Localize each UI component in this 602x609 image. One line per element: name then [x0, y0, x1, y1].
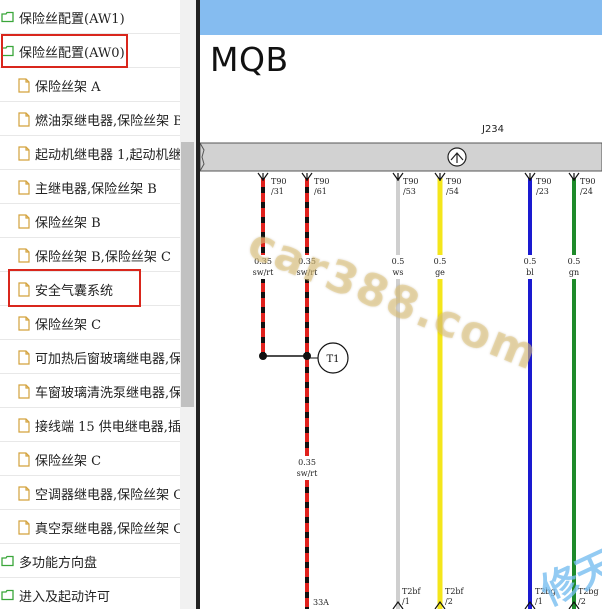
pin-connector: T90 [446, 177, 462, 186]
bottom-label: T2bf [445, 587, 465, 596]
tree-item-label: 车窗玻璃清洗泵继电器,保 [35, 385, 180, 401]
tree-doc-item[interactable]: 车窗玻璃清洗泵继电器,保 [0, 374, 180, 408]
wire-size: 0.5 [524, 257, 537, 266]
tree-item-label: 可加热后窗玻璃继电器,保 [35, 351, 180, 367]
tree-folder-item[interactable]: 保险丝配置(AW1) [0, 0, 180, 34]
wire-code: ge [435, 268, 445, 277]
tree-item-label: 保险丝架 C [35, 317, 102, 333]
document-icon [18, 247, 30, 263]
pin-number: /24 [580, 187, 593, 196]
tree-item-label: 燃油泵继电器,保险丝架 B [35, 113, 180, 129]
wire-size: 0.35 [298, 458, 316, 467]
pin-number: /23 [536, 187, 549, 196]
bottom-label: 33A [313, 598, 329, 607]
document-icon [18, 519, 30, 535]
pin-arrow-54-icon [434, 172, 446, 182]
folder-icon [1, 589, 14, 601]
pin-connector: T90 [403, 177, 419, 186]
tree-doc-item[interactable]: 接线端 15 供电继电器,插 [0, 408, 180, 442]
pin-arrow-53-icon [392, 172, 404, 182]
tree-item-label: 保险丝架 A [35, 79, 101, 95]
document-icon [18, 451, 30, 467]
tree-doc-item[interactable]: 保险丝架 B,保险丝架 C [0, 238, 180, 272]
tree-item-label: 真空泵继电器,保险丝架 C [35, 521, 180, 537]
document-icon [18, 417, 30, 433]
tree-item-label: 进入及起动许可 [19, 589, 111, 605]
tree-item-label: 安全气囊系统 [35, 283, 114, 299]
wiring-diagram: MQB J234 T1 T90 /31 T90 /61 T90 /53 T90 … [200, 0, 602, 609]
document-icon [18, 179, 30, 195]
junction-dot-right [303, 352, 311, 360]
pin-arrow-31-icon [257, 172, 269, 182]
document-icon [18, 145, 30, 161]
pin-connector: T90 [271, 177, 287, 186]
tree-item-label: 主继电器,保险丝架 B [35, 181, 157, 197]
document-icon [18, 349, 30, 365]
document-icon [18, 213, 30, 229]
bottom-label: T2bf [402, 587, 422, 596]
pin-connector: T90 [314, 177, 330, 186]
wire-size: 0.5 [434, 257, 447, 266]
tree-doc-item[interactable]: 保险丝架 C [0, 442, 180, 476]
document-icon [18, 77, 30, 93]
bottom-label: /1 [535, 597, 543, 606]
tree-item-label: 保险丝配置(AW0) [19, 45, 125, 61]
tree-panel: 保险丝配置(AW1) 保险丝配置(AW0) 保险丝架 A 燃油泵继电器,保险丝架 B 起… [0, 0, 180, 609]
folder-open-icon [1, 45, 14, 57]
tree-item-label: 起动机继电器 1,起动机继 [35, 147, 180, 163]
tree-doc-item[interactable]: 保险丝架 B [0, 204, 180, 238]
tree-item-label: 多功能方向盘 [19, 555, 98, 571]
pin-arrow-24-icon [568, 172, 580, 182]
document-icon [18, 315, 30, 331]
tree-folder-item[interactable]: 进入及起动许可 [0, 578, 180, 609]
pin-labels: T90 /31 T90 /61 T90 /53 T90 /54 T90 /23 … [271, 177, 596, 196]
tree-folder-item[interactable]: 多功能方向盘 [0, 544, 180, 578]
pin-connector: T90 [536, 177, 552, 186]
wire-size: 0.5 [568, 257, 581, 266]
tree-doc-item[interactable]: 安全气囊系统 [0, 272, 180, 306]
tree-item-label: 保险丝架 B,保险丝架 C [35, 249, 171, 265]
wire-code: sw/rt [297, 469, 318, 478]
tree-item-label: 保险丝架 C [35, 453, 102, 469]
document-icon [18, 281, 30, 297]
tree-doc-item[interactable]: 可加热后窗玻璃继电器,保 [0, 340, 180, 374]
pin-number: /54 [446, 187, 459, 196]
tree-folder-item[interactable]: 保险丝配置(AW0) [0, 34, 180, 68]
scrollbar-thumb[interactable] [181, 142, 194, 407]
tree-doc-item[interactable]: 真空泵继电器,保险丝架 C [0, 510, 180, 544]
folder-icon [1, 555, 14, 567]
pin-arrow-61-icon [301, 172, 313, 182]
tree-item-label: 接线端 15 供电继电器,插 [35, 419, 180, 435]
wire-code: gn [569, 268, 579, 277]
tree-doc-item[interactable]: 保险丝架 A [0, 68, 180, 102]
pin-arrow-23-icon [524, 172, 536, 182]
pin-number: /31 [271, 187, 284, 196]
tree-doc-item[interactable]: 空调器继电器,保险丝架 C [0, 476, 180, 510]
tree-doc-item[interactable]: 起动机继电器 1,起动机继 [0, 136, 180, 170]
folder-icon [1, 11, 14, 23]
bottom-label: /1 [402, 597, 410, 606]
tree-item-label: 保险丝架 B [35, 215, 101, 231]
pin-number: /61 [314, 187, 327, 196]
wire-code: bl [526, 268, 534, 277]
document-icon [18, 383, 30, 399]
document-icon [18, 485, 30, 501]
tree-doc-item[interactable]: 保险丝架 C [0, 306, 180, 340]
tree-item-label: 空调器继电器,保险丝架 C [35, 487, 180, 503]
pin-connector: T90 [580, 177, 596, 186]
tree-doc-item[interactable]: 燃油泵继电器,保险丝架 B [0, 102, 180, 136]
junction-label: T1 [326, 354, 339, 365]
component-body [200, 142, 602, 172]
tree-item-label: 保险丝配置(AW1) [19, 11, 125, 27]
pin-number: /53 [403, 187, 416, 196]
junction-dot-left [259, 352, 267, 360]
bottom-label: /2 [445, 597, 453, 606]
wire-size: 0.5 [392, 257, 405, 266]
tree-doc-item[interactable]: 主继电器,保险丝架 B [0, 170, 180, 204]
document-icon [18, 111, 30, 127]
